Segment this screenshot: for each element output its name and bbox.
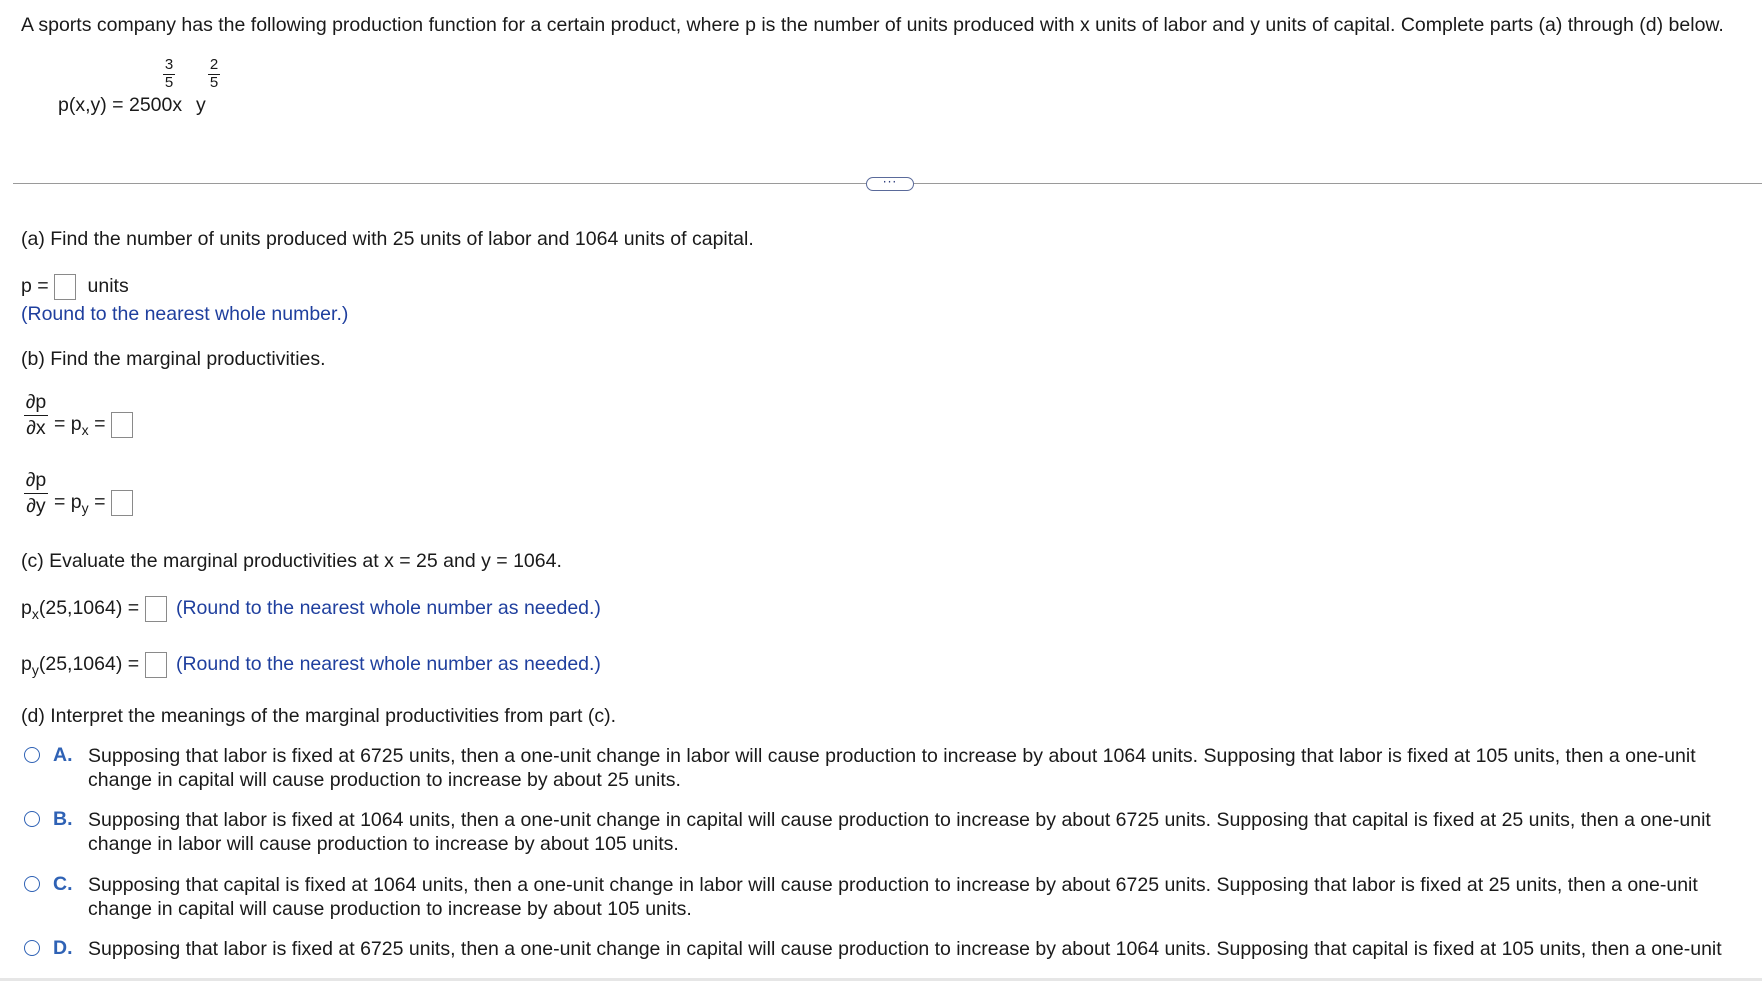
option-a-letter: A. xyxy=(53,744,73,766)
px-subscript: x xyxy=(81,422,89,439)
question-intro: A sports company has the following produ… xyxy=(21,14,1724,36)
dp-dy-numerator: ∂p xyxy=(25,469,47,491)
option-b[interactable]: B. Supposing that labor is fixed at 1064… xyxy=(24,808,1744,860)
bottom-edge xyxy=(0,978,1762,981)
part-a-hint: (Round to the nearest whole number.) xyxy=(21,303,349,325)
px-eval-p: p xyxy=(21,597,32,620)
units-label: units xyxy=(87,275,129,298)
px-eval-args: (25,1064) = xyxy=(38,597,140,620)
dp-dx-denominator: ∂x xyxy=(26,417,46,439)
y-exponent-denominator: 5 xyxy=(209,74,219,91)
x-exponent-denominator: 5 xyxy=(164,74,174,91)
py-eval-row: py(25,1064) = (Round to the nearest whol… xyxy=(21,652,601,678)
more-options-button[interactable]: ··· xyxy=(866,176,914,191)
option-d-letter: D. xyxy=(53,937,73,959)
px-eval-input[interactable] xyxy=(144,596,167,622)
part-d-prompt: (d) Interpret the meanings of the margin… xyxy=(21,705,616,727)
part-c-prompt: (c) Evaluate the marginal productivities… xyxy=(21,550,562,572)
px-eval-row: px(25,1064) = (Round to the nearest whol… xyxy=(21,596,601,622)
p-answer-input[interactable] xyxy=(54,274,77,300)
p-label: p = xyxy=(21,275,49,298)
px-equals: = xyxy=(88,413,106,436)
formula-lhs: p(x,y) = 2500x xyxy=(58,94,183,116)
formula-y: y xyxy=(196,94,206,116)
option-c[interactable]: C. Supposing that capital is fixed at 10… xyxy=(24,873,1744,925)
dp-dy-denominator: ∂y xyxy=(26,495,46,517)
option-c-letter: C. xyxy=(53,873,73,895)
option-d[interactable]: D. Supposing that labor is fixed at 6725… xyxy=(24,937,1744,967)
option-a[interactable]: A. Supposing that labor is fixed at 6725… xyxy=(24,744,1744,796)
y-exponent-numerator: 2 xyxy=(209,56,219,73)
py-label: = p xyxy=(54,491,82,514)
option-c-radio[interactable] xyxy=(24,876,40,892)
option-c-text: Supposing that capital is fixed at 1064 … xyxy=(88,874,1698,920)
px-eval-subscript: x xyxy=(31,606,39,623)
option-a-text: Supposing that labor is fixed at 6725 un… xyxy=(88,745,1696,791)
py-eval-input[interactable] xyxy=(144,652,167,678)
y-exponent: 2 5 xyxy=(207,56,221,90)
dp-dy-fraction: ∂p ∂y xyxy=(24,469,48,516)
option-d-text: Supposing that labor is fixed at 6725 un… xyxy=(88,938,1722,960)
option-b-letter: B. xyxy=(53,808,73,830)
option-b-radio[interactable] xyxy=(24,811,40,827)
px-label: = p xyxy=(54,413,82,436)
py-answer-row: = py = xyxy=(54,490,133,516)
option-a-radio[interactable] xyxy=(24,747,40,763)
px-answer-input[interactable] xyxy=(110,412,133,438)
py-equals: = xyxy=(88,491,106,514)
py-subscript: y xyxy=(81,500,89,517)
option-d-radio[interactable] xyxy=(24,940,40,956)
part-a-prompt: (a) Find the number of units produced wi… xyxy=(21,228,754,250)
py-eval-args: (25,1064) = xyxy=(38,653,140,676)
py-answer-input[interactable] xyxy=(110,490,133,516)
production-formula: p(x,y) = 2500x 3 5 y 2 5 xyxy=(58,56,318,120)
px-answer-row: = px = xyxy=(54,412,133,438)
part-a-answer-row: p = units xyxy=(21,274,129,300)
part-b-prompt: (b) Find the marginal productivities. xyxy=(21,348,326,370)
py-eval-subscript: y xyxy=(31,662,39,679)
option-b-text: Supposing that labor is fixed at 1064 un… xyxy=(88,809,1711,855)
py-eval-hint: (Round to the nearest whole number as ne… xyxy=(175,653,601,676)
px-eval-hint: (Round to the nearest whole number as ne… xyxy=(175,597,601,620)
dp-dx-numerator: ∂p xyxy=(25,391,47,413)
dp-dx-fraction: ∂p ∂x xyxy=(24,391,48,438)
x-exponent-numerator: 3 xyxy=(164,56,174,73)
py-eval-p: p xyxy=(21,653,32,676)
x-exponent: 3 5 xyxy=(162,56,176,90)
